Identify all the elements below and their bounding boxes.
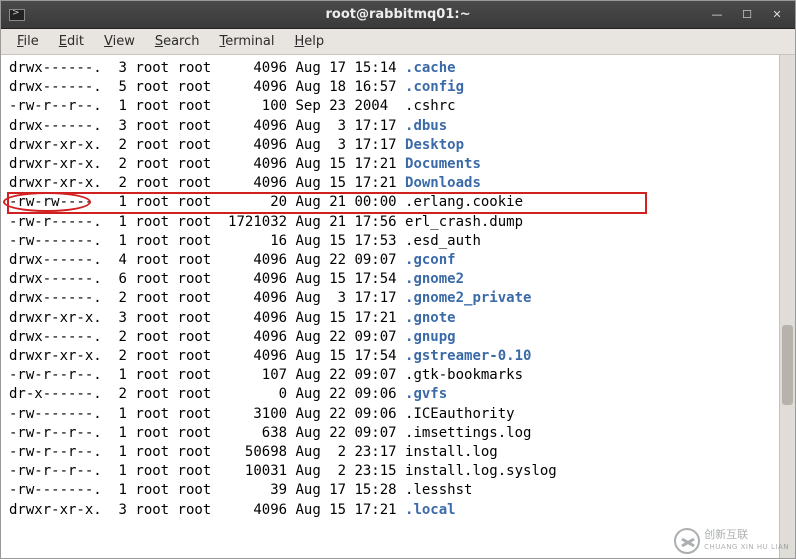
menu-help[interactable]: Help — [284, 30, 334, 53]
file-name: .gnome2 — [405, 270, 464, 289]
menu-terminal[interactable]: Terminal — [210, 30, 285, 53]
listing-row: drwxr-xr-x. 2 root root 4096 Aug 15 17:2… — [9, 155, 787, 174]
listing-row: drwx------. 4 root root 4096 Aug 22 09:0… — [9, 251, 787, 270]
listing-row: drwxr-xr-x. 3 root root 4096 Aug 15 17:2… — [9, 501, 787, 520]
file-name: .gconf — [405, 251, 456, 270]
terminal-icon — [9, 9, 25, 21]
file-name: .cshrc — [405, 97, 456, 116]
listing-row: drwx------. 3 root root 4096 Aug 3 17:17… — [9, 117, 787, 136]
file-name: .gnote — [405, 309, 456, 328]
listing-row: drwxr-xr-x. 2 root root 4096 Aug 3 17:17… — [9, 136, 787, 155]
file-name: .gnome2_private — [405, 289, 531, 308]
file-name: .cache — [405, 59, 456, 78]
maximize-button[interactable]: ☐ — [737, 7, 757, 23]
listing-row: drwx------. 6 root root 4096 Aug 15 17:5… — [9, 270, 787, 289]
listing-row: -rw-------. 1 root root 16 Aug 15 17:53 … — [9, 232, 787, 251]
file-name: .gstreamer-0.10 — [405, 347, 531, 366]
window-title: root@rabbitmq01:~ — [1, 7, 795, 22]
minimize-button[interactable]: — — [707, 7, 727, 23]
file-name: .esd_auth — [405, 232, 481, 251]
listing-row: -rw-r--r--. 1 root root 638 Aug 22 09:07… — [9, 424, 787, 443]
listing-row: drwx------. 5 root root 4096 Aug 18 16:5… — [9, 78, 787, 97]
file-name: .gnupg — [405, 328, 456, 347]
titlebar: root@rabbitmq01:~ — ☐ ✕ — [1, 1, 795, 29]
file-name: .ICEauthority — [405, 405, 515, 424]
listing-row: dr-x------. 2 root root 0 Aug 22 09:06 .… — [9, 385, 787, 404]
listing-row: -rw-r-----. 1 root root 1721032 Aug 21 1… — [9, 213, 787, 232]
menu-view[interactable]: View — [94, 30, 145, 53]
file-name: .dbus — [405, 117, 447, 136]
file-name: .erlang.cookie — [405, 193, 523, 212]
menubar: File Edit View Search Terminal Help — [1, 29, 795, 55]
listing-row: drwxr-xr-x. 2 root root 4096 Aug 15 17:2… — [9, 174, 787, 193]
file-name: .lesshst — [405, 481, 472, 500]
file-name: .gtk-bookmarks — [405, 366, 523, 385]
file-name: Desktop — [405, 136, 464, 155]
menu-edit[interactable]: Edit — [49, 30, 94, 53]
scroll-thumb[interactable] — [782, 325, 793, 405]
close-button[interactable]: ✕ — [767, 7, 787, 23]
listing-row: -rw-r--r--. 1 root root 107 Aug 22 09:07… — [9, 366, 787, 385]
file-name: .gvfs — [405, 385, 447, 404]
listing-row: drwxr-xr-x. 2 root root 4096 Aug 15 17:5… — [9, 347, 787, 366]
menu-file[interactable]: File — [7, 30, 49, 53]
file-name: install.log — [405, 443, 498, 462]
listing-row: -rw-r--r--. 1 root root 100 Sep 23 2004 … — [9, 97, 787, 116]
file-name: .imsettings.log — [405, 424, 531, 443]
listing-row: drwxr-xr-x. 3 root root 4096 Aug 15 17:2… — [9, 309, 787, 328]
scrollbar[interactable] — [779, 55, 795, 558]
terminal-output[interactable]: drwx------. 3 root root 4096 Aug 17 15:1… — [1, 55, 795, 524]
listing-row: -rw-r--r--. 1 root root 50698 Aug 2 23:1… — [9, 443, 787, 462]
watermark: 创新互联 CHUANG XIN HU LIAN — [674, 528, 789, 554]
menu-search[interactable]: Search — [145, 30, 210, 53]
listing-row: drwx------. 3 root root 4096 Aug 17 15:1… — [9, 59, 787, 78]
file-name: Downloads — [405, 174, 481, 193]
listing-row: drwx------. 2 root root 4096 Aug 22 09:0… — [9, 328, 787, 347]
file-name: install.log.syslog — [405, 462, 557, 481]
file-name: .local — [405, 501, 456, 520]
listing-row: -rw-rw---- 1 root root 20 Aug 21 00:00 .… — [9, 193, 787, 212]
watermark-line2: CHUANG XIN HU LIAN — [704, 541, 789, 553]
listing-row: drwx------. 2 root root 4096 Aug 3 17:17… — [9, 289, 787, 308]
file-name: Documents — [405, 155, 481, 174]
file-name: .config — [405, 78, 464, 97]
watermark-line1: 创新互联 — [704, 529, 789, 541]
listing-row: -rw-------. 1 root root 3100 Aug 22 09:0… — [9, 405, 787, 424]
listing-row: -rw-------. 1 root root 39 Aug 17 15:28 … — [9, 481, 787, 500]
file-name: erl_crash.dump — [405, 213, 523, 232]
watermark-logo-icon — [674, 528, 700, 554]
listing-row: -rw-r--r--. 1 root root 10031 Aug 2 23:1… — [9, 462, 787, 481]
